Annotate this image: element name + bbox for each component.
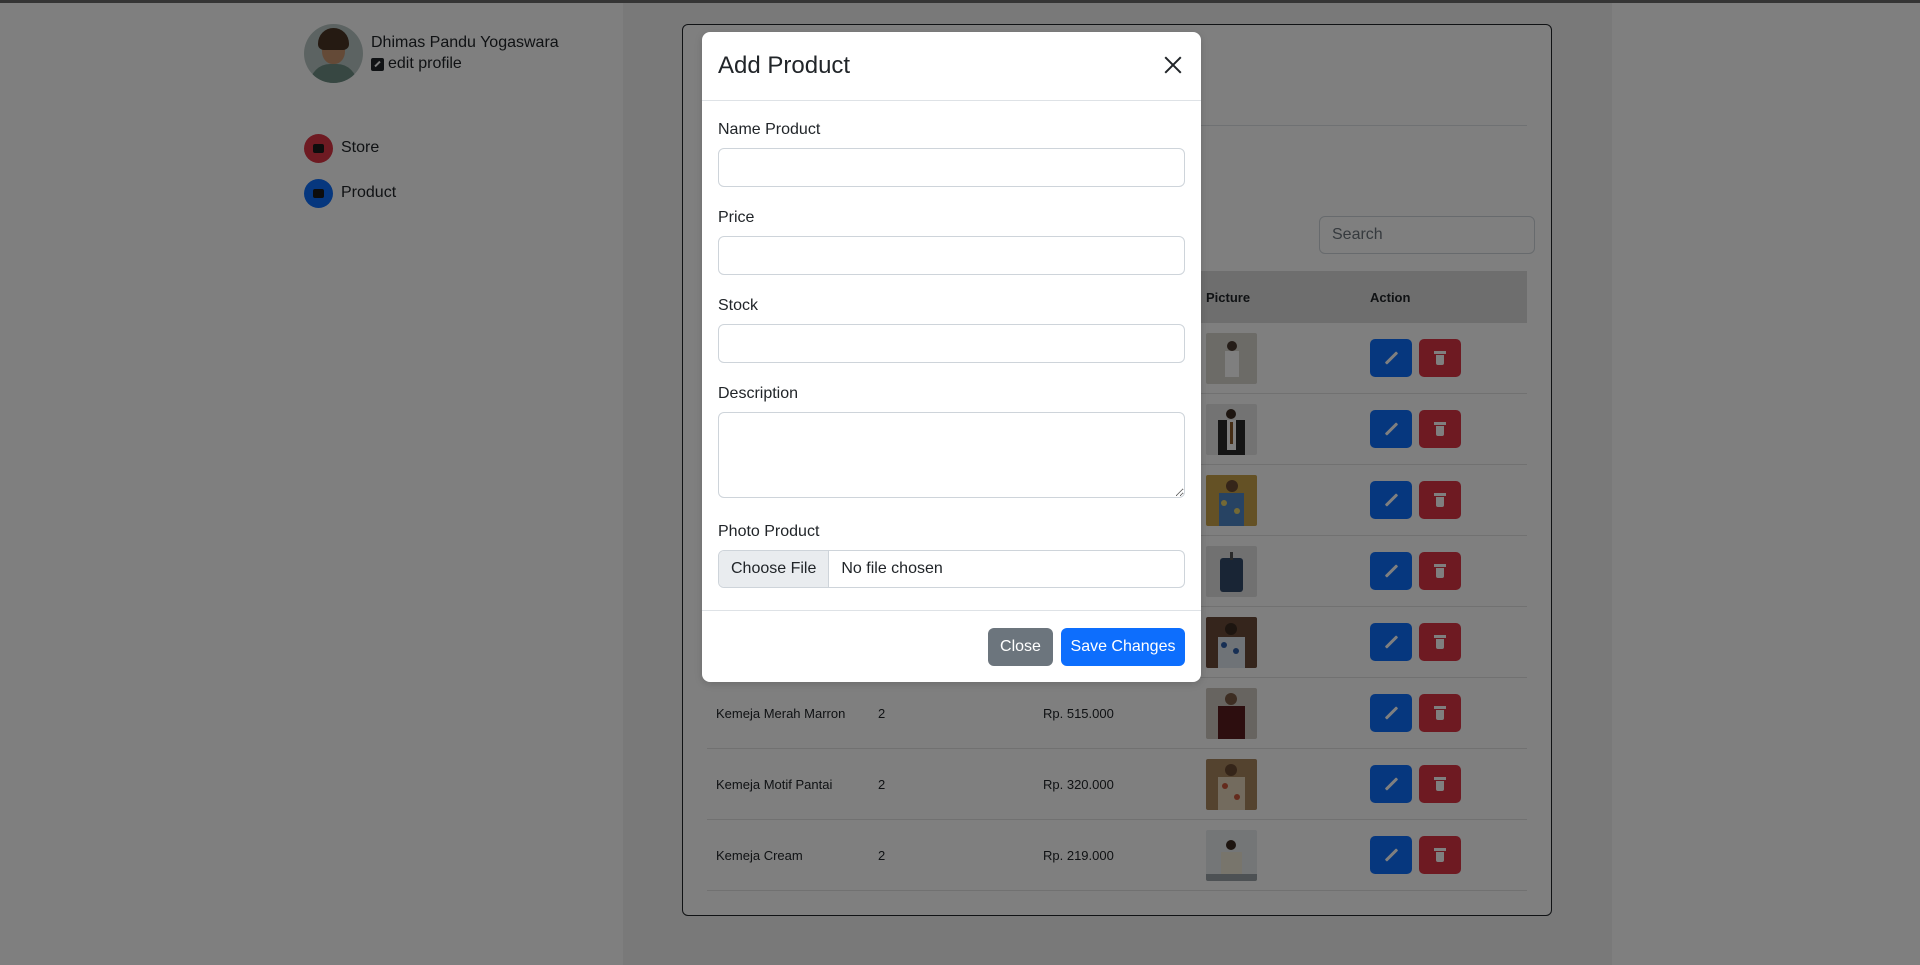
stock-label: Stock (718, 297, 759, 314)
choose-file-button[interactable]: Choose File (719, 551, 830, 587)
description-textarea[interactable] (718, 412, 1185, 498)
price-input[interactable] (718, 236, 1185, 275)
name-label: Name Product (718, 121, 821, 138)
modal-footer: Close Save Changes (702, 610, 1201, 683)
close-icon[interactable] (1164, 56, 1182, 74)
close-button[interactable]: Close (988, 628, 1053, 666)
description-label: Description (718, 385, 799, 402)
product-name-input[interactable] (718, 148, 1185, 187)
photo-file-input[interactable]: Choose File No file chosen (718, 550, 1185, 588)
stock-input[interactable] (718, 324, 1185, 363)
modal-title: Add Product (718, 52, 851, 79)
price-label: Price (718, 209, 755, 226)
add-product-modal: Add Product Name Product Price Stock Des… (702, 32, 1201, 682)
photo-label: Photo Product (718, 523, 820, 540)
file-status: No file chosen (841, 560, 943, 577)
save-changes-button[interactable]: Save Changes (1061, 628, 1185, 666)
modal-header: Add Product (702, 32, 1201, 101)
modal-body: Name Product Price Stock Description Pho… (702, 121, 1201, 588)
